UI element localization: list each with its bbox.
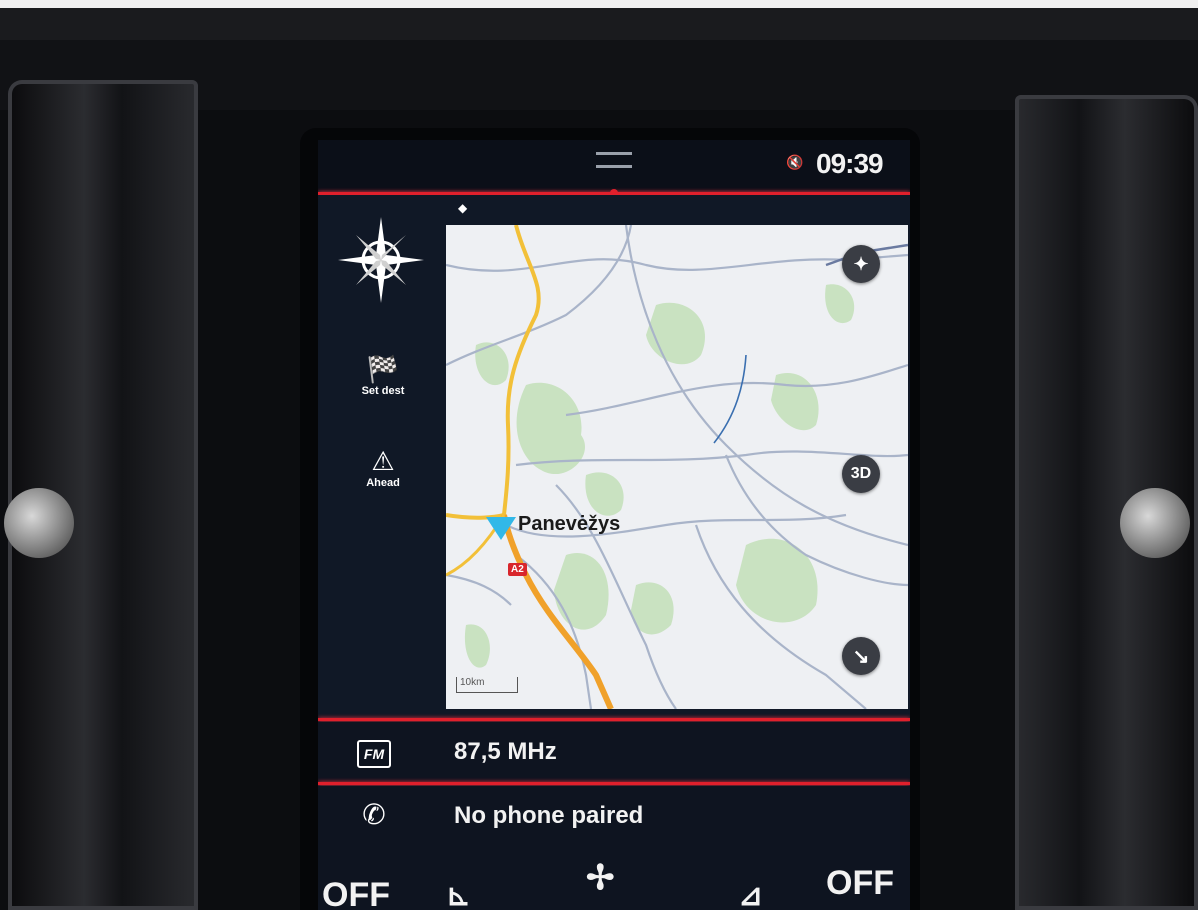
compass-rose-icon[interactable] — [336, 215, 426, 305]
left-climate-off[interactable]: OFF — [322, 876, 390, 910]
radio-icon: FM — [354, 734, 394, 770]
route-shield: A2 — [508, 563, 527, 576]
fan-icon[interactable]: ✢ — [586, 858, 615, 898]
phone-status: No phone paired — [454, 802, 644, 829]
map-scale-bar: 10km — [456, 677, 518, 693]
right-seat-heat-icon[interactable]: ⊿ — [738, 878, 763, 910]
set-destination-label: Set dest — [361, 385, 405, 397]
map-view[interactable]: Panevėžys A2 ✦ 3D ↘ 10km — [446, 225, 908, 709]
radio-frequency: 87,5 MHz — [454, 738, 557, 765]
nav-side-menu: 🏁 Set dest ⚠ Ahead — [318, 195, 438, 718]
infotainment-screen: 🔇 09:39 🏁 Set dest ⚠ Ahead ◆ Panevėžys A… — [318, 140, 910, 910]
ahead-button[interactable]: ⚠ Ahead — [338, 447, 428, 489]
recenter-button[interactable]: ↘ — [842, 637, 880, 675]
position-marker-icon: ◆ — [458, 201, 468, 215]
map-city-label: Panevėžys — [518, 513, 621, 535]
ahead-label: Ahead — [366, 477, 400, 489]
left-seat-heat-icon[interactable]: ⊾ — [446, 878, 471, 910]
fm-badge: FM — [356, 740, 392, 768]
left-vent-knob[interactable] — [4, 488, 74, 558]
media-divider — [318, 782, 910, 785]
status-bar: 🔇 09:39 — [318, 140, 910, 190]
climate-bar: OFF ⊾ ✢ ⊿ OFF — [318, 852, 910, 910]
right-climate-off[interactable]: OFF — [826, 864, 894, 903]
phone-tile[interactable]: ✆ No phone paired — [318, 786, 910, 846]
phone-icon: ✆ — [362, 799, 386, 830]
arrow-down-right-icon: ↘ — [852, 645, 870, 668]
compass-icon: ✦ — [853, 253, 869, 274]
checkered-flag-icon: 🏁 — [366, 354, 400, 384]
map-compass-button[interactable]: ✦ — [842, 245, 880, 283]
media-tile[interactable]: FM 87,5 MHz — [318, 722, 910, 782]
pin-warning-icon: ⚠ — [371, 446, 395, 476]
mute-icon: 🔇 — [786, 154, 804, 170]
right-vent-knob[interactable] — [1120, 488, 1190, 558]
map-graphics — [446, 225, 908, 709]
navigation-tile: 🏁 Set dest ⚠ Ahead ◆ Panevėžys A2 ✦ 3D ↘… — [318, 195, 910, 718]
view-3d-button[interactable]: 3D — [842, 455, 880, 493]
set-destination-button[interactable]: 🏁 Set dest — [338, 355, 428, 397]
nav-divider — [318, 718, 910, 721]
pull-down-handle[interactable] — [596, 152, 632, 168]
clock: 09:39 — [816, 148, 884, 179]
